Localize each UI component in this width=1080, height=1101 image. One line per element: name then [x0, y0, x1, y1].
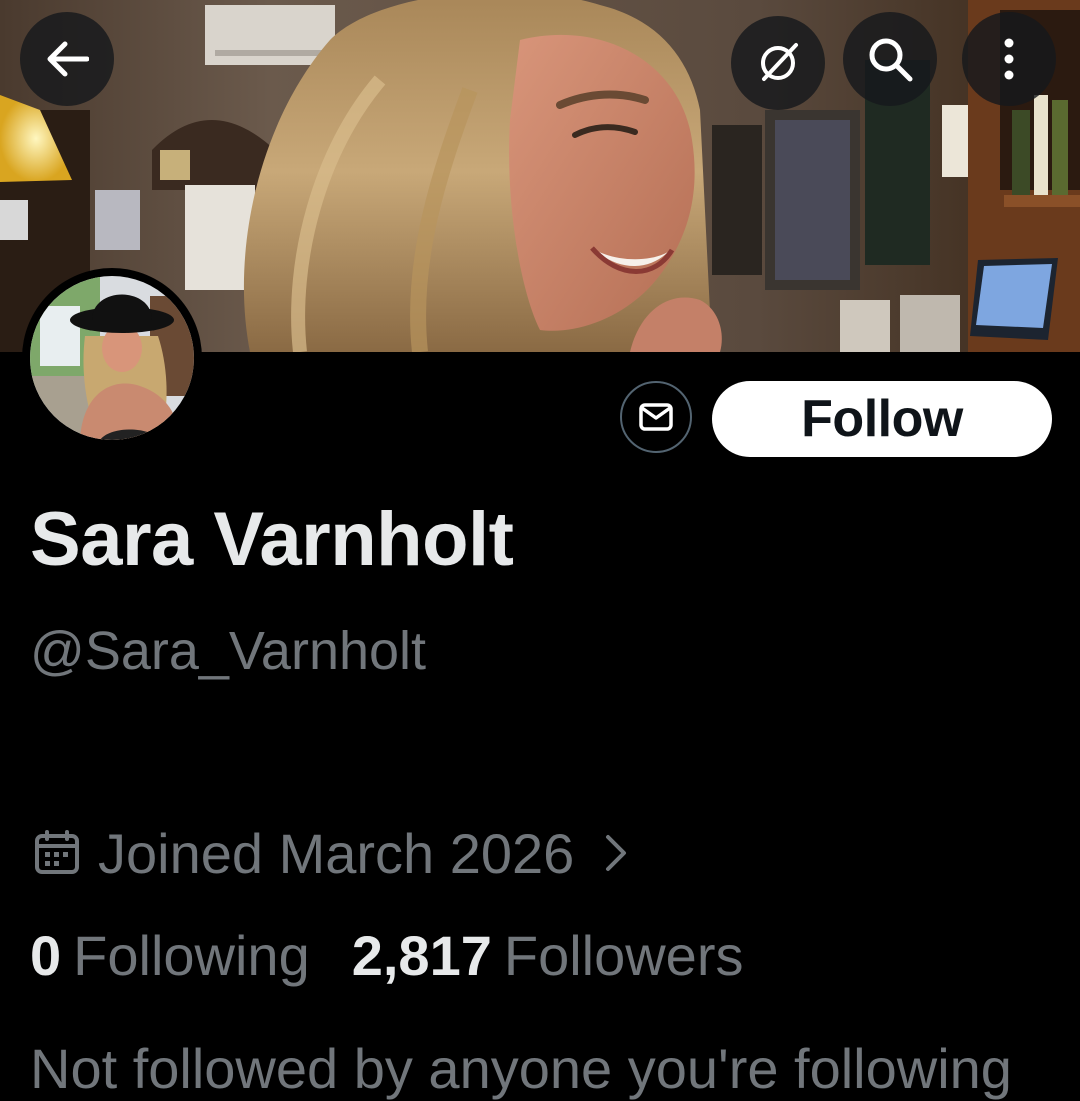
search-button[interactable] — [843, 12, 937, 106]
follow-button[interactable]: Follow — [712, 381, 1052, 457]
grok-button[interactable] — [731, 16, 825, 110]
followed-by-note: Not followed by anyone you're following — [30, 1037, 1012, 1100]
back-button[interactable] — [20, 12, 114, 106]
display-name: Sara Varnholt — [30, 497, 514, 582]
followers-stat[interactable]: 2,817 Followers — [352, 923, 744, 988]
following-count: 0 — [30, 923, 62, 987]
envelope-icon — [639, 403, 673, 431]
joined-date-row[interactable]: Joined March 2026 — [34, 820, 628, 886]
calendar-icon — [35, 830, 79, 874]
joined-date-text: Joined March 2026 — [98, 821, 575, 885]
more-options-button[interactable] — [962, 12, 1056, 106]
avatar-image — [30, 276, 194, 440]
arrow-left-icon — [47, 41, 89, 77]
followers-count: 2,817 — [351, 923, 492, 987]
follow-stats: 0 Following 2,817 Followers — [30, 922, 743, 988]
search-icon — [869, 38, 913, 82]
following-label: Following — [73, 923, 310, 987]
following-stat[interactable]: 0 Following — [30, 923, 310, 988]
more-vertical-icon — [1004, 38, 1014, 80]
avatar[interactable] — [22, 268, 202, 448]
message-button[interactable] — [620, 381, 692, 453]
handle: @Sara_Varnholt — [30, 621, 427, 681]
chevron-right-icon — [606, 835, 627, 871]
followers-label: Followers — [503, 923, 744, 987]
grok-icon — [761, 43, 798, 81]
